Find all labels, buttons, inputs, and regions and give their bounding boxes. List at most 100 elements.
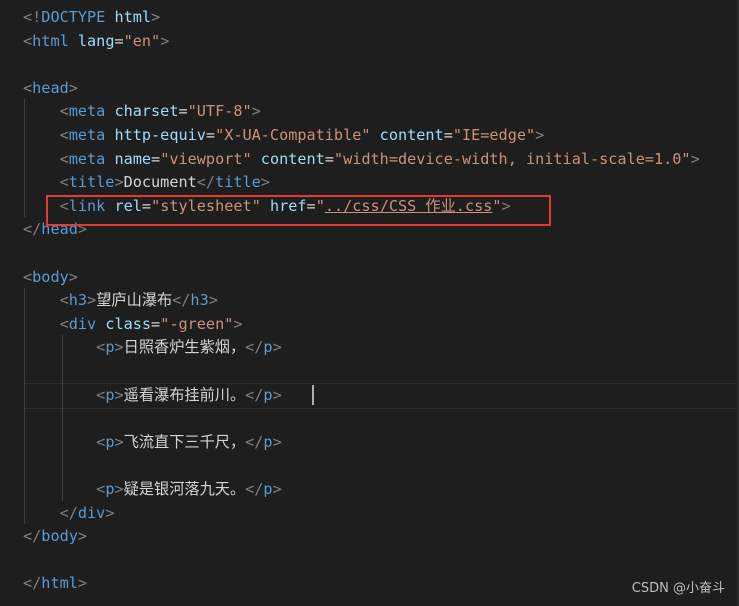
code-token: =: [443, 126, 453, 144]
code-token: content: [260, 149, 325, 168]
code-token: >: [114, 173, 124, 192]
code-token: >: [535, 126, 545, 144]
code-token: >: [77, 574, 88, 593]
code-token: "-green": [160, 314, 234, 333]
code-token: title: [68, 173, 115, 192]
code-token: "IE=edge": [452, 126, 536, 144]
code-token: <: [23, 31, 33, 50]
code-token: body: [32, 267, 69, 286]
code-line[interactable]: <meta http-equiv="X-UA-Compatible" conte…: [23, 123, 545, 147]
code-token: p: [263, 432, 273, 451]
code-token: http-equiv: [114, 126, 206, 144]
code-token: <: [96, 338, 106, 357]
code-token: <: [96, 480, 106, 498]
code-token: class: [105, 314, 152, 333]
code-token: >: [272, 432, 282, 451]
code-line[interactable]: <!DOCTYPE html>: [23, 5, 160, 29]
code-token: >: [114, 480, 124, 498]
code-token: =: [114, 31, 124, 50]
code-token: </: [172, 291, 191, 310]
annotation-highlight-box: [46, 195, 551, 226]
code-token: <: [59, 102, 69, 121]
code-line[interactable]: <p>疑是银河落九天。</p>: [23, 477, 282, 501]
code-token: "en": [123, 31, 161, 50]
code-token: >: [68, 267, 78, 286]
code-token: <!: [23, 8, 42, 26]
text-cursor: [312, 384, 314, 405]
code-token: </: [23, 574, 42, 593]
code-token: p: [263, 480, 273, 498]
code-line[interactable]: <head>: [23, 76, 78, 100]
code-line[interactable]: <div class="-green">: [23, 312, 243, 336]
code-token: meta: [68, 102, 106, 121]
code-token: >: [151, 8, 161, 26]
code-token: >: [105, 503, 115, 522]
code-token: 望庐山瀑布: [96, 291, 173, 310]
code-token: <: [59, 126, 69, 144]
code-line[interactable]: <meta name="viewport" content="width=dev…: [23, 147, 700, 171]
code-line[interactable]: <p>飞流直下三千尺，</p>: [23, 430, 282, 454]
code-token: >: [690, 149, 700, 168]
code-editor[interactable]: <!DOCTYPE html> <html lang="en"> <head> <m…: [0, 0, 739, 606]
code-token: "width=device-width, initial-scale=1.0": [333, 149, 691, 168]
code-line[interactable]: <p>遥看瀑布挂前川。</p>: [23, 383, 282, 407]
code-token: >: [77, 527, 88, 546]
code-token: h3: [68, 291, 88, 310]
code-token: charset: [114, 102, 179, 121]
code-token: </: [23, 527, 42, 546]
code-token: <: [96, 385, 106, 404]
code-token: h3: [190, 291, 209, 310]
code-token: =: [151, 149, 161, 168]
code-token: html: [32, 31, 69, 50]
code-token: lang: [77, 31, 115, 50]
code-token: >: [160, 31, 170, 50]
code-line[interactable]: <html lang="en">: [23, 29, 169, 53]
code-token: =: [324, 149, 334, 168]
code-line[interactable]: </div>: [23, 501, 115, 525]
code-token: "UTF-8": [187, 102, 252, 121]
code-token: html: [41, 574, 78, 593]
code-token: <: [59, 173, 69, 192]
code-token: name: [114, 149, 152, 168]
indent-guide: [62, 335, 63, 501]
code-token: "viewport": [160, 149, 252, 168]
code-token: p: [263, 385, 273, 404]
code-token: >: [233, 314, 243, 333]
code-token: meta: [68, 149, 106, 168]
watermark: CSDN @小奋斗: [631, 581, 725, 596]
code-token: >: [208, 291, 218, 310]
code-token: <: [59, 291, 69, 310]
code-token: Document: [123, 173, 197, 192]
code-token: </: [245, 338, 264, 357]
code-token: <: [96, 432, 106, 451]
code-line[interactable]: </body>: [23, 524, 87, 548]
code-token: <: [59, 149, 69, 168]
code-token: >: [114, 338, 124, 357]
code-token: p: [263, 338, 273, 357]
code-line[interactable]: <body>: [23, 265, 78, 289]
code-line[interactable]: <title>Document</title>: [23, 170, 270, 194]
code-token: </: [23, 220, 42, 239]
code-token: </: [59, 503, 78, 522]
code-line[interactable]: <meta charset="UTF-8">: [23, 99, 261, 123]
code-token: </: [245, 432, 264, 451]
code-line[interactable]: <h3>望庐山瀑布</h3>: [23, 288, 218, 312]
code-token: content: [379, 126, 444, 144]
code-token: 疑是银河落九天。: [123, 480, 246, 498]
code-token: =: [205, 126, 216, 144]
code-token: meta: [68, 126, 106, 144]
code-line[interactable]: </html>: [23, 571, 87, 595]
code-token: </: [196, 173, 216, 192]
code-line[interactable]: <p>日照香炉生紫烟，</p>: [23, 335, 282, 359]
